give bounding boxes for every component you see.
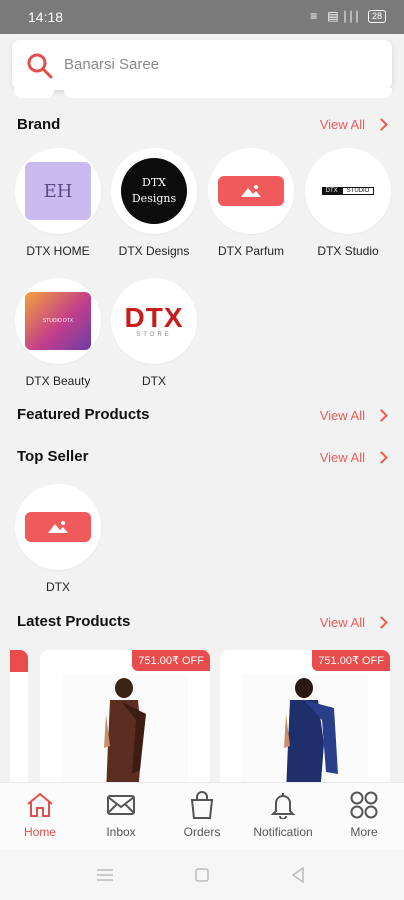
dtx-designs-logo: DTX Designs [121,158,187,224]
chevron-right-icon [375,451,388,464]
brand-logo [208,148,294,234]
dtx-beauty-logo: STUDIO DTX [25,292,91,350]
logo-text: STUDIO [341,187,375,195]
top-seller-view-all-link[interactable]: View All [319,450,388,465]
nav-orders[interactable]: Orders [162,791,242,839]
product-image [62,674,188,790]
featured-section-title: Featured Products [17,406,150,423]
brand-section-title: Brand [17,116,61,133]
status-indicators: ≡ ▤ ∣∣∣ 28 [310,9,386,23]
chevron-right-icon [375,409,388,422]
home-icon [27,792,53,817]
bell-icon [270,793,296,819]
top-seller-section-title: Top Seller [17,448,89,465]
menu-icon[interactable] [96,868,114,882]
banner-strip[interactable] [64,88,392,98]
bottom-nav: Home Inbox Orders Notification More [0,782,404,851]
logo-line: DTX [142,176,166,189]
seller-logo [15,484,101,570]
logo-text: DTX [124,302,184,333]
dtx-store-logo: DTX STORE [124,302,184,339]
brand-item-dtx-parfum[interactable]: DTX Parfum [201,148,301,258]
search-bar[interactable]: Banarsi Saree [12,40,392,90]
brand-logo: DTX STUDIO [305,148,391,234]
chevron-right-icon [375,616,388,629]
brand-item-dtx[interactable]: DTX STORE DTX [104,278,204,388]
latest-view-all-link[interactable]: View All [319,615,388,630]
view-all-label: View All [319,450,365,465]
product-card-partial[interactable] [10,650,28,790]
discount-badge [10,650,28,672]
brand-item-dtx-studio[interactable]: DTX STUDIO DTX Studio [298,148,398,258]
brand-name: DTX Studio [317,244,379,258]
inbox-icon [107,795,135,815]
logo-line: Designs [131,192,177,205]
brand-logo: DTX Designs [111,148,197,234]
status-time: 14:18 [28,9,64,25]
nav-home[interactable]: Home [0,791,80,839]
dtx-home-logo: EH [25,162,91,220]
back-icon[interactable] [291,867,305,883]
system-nav-bar [0,850,404,900]
nav-notification[interactable]: Notification [243,791,323,839]
signal-icons: ≡ ▤ ∣∣∣ [310,9,360,23]
brand-logo: DTX STORE [111,278,197,364]
nav-label: Home [23,825,56,839]
category-chip[interactable] [14,88,54,98]
nav-label: Notification [253,825,313,839]
latest-section-title: Latest Products [17,613,131,630]
battery-icon: 28 [367,9,386,23]
brand-logo: STUDIO DTX [15,278,101,364]
seller-name: DTX [46,580,70,594]
brand-name: DTX [142,374,166,388]
view-all-label: View All [319,615,365,630]
featured-view-all-link[interactable]: View All [319,408,388,423]
brand-item-dtx-beauty[interactable]: STUDIO DTX DTX Beauty [8,278,108,388]
status-bar: 14:18 ≡ ▤ ∣∣∣ 28 [0,0,404,34]
product-card[interactable]: 751.00₹ OFF [220,650,390,790]
chevron-right-icon [375,118,388,131]
image-placeholder-icon [218,176,284,206]
search-input[interactable]: Banarsi Saree [64,56,159,73]
image-placeholder-icon [25,512,91,542]
view-all-label: View All [319,408,365,423]
brand-item-dtx-designs[interactable]: DTX Designs DTX Designs [104,148,204,258]
home-square-icon[interactable] [195,868,209,882]
brand-name: DTX Parfum [217,244,284,258]
brand-item-dtx-home[interactable]: EH DTX HOME [8,148,108,258]
brand-name: DTX HOME [26,244,90,258]
bag-icon [190,791,214,819]
brand-name: DTX Designs [118,244,190,258]
view-all-label: View All [319,117,365,132]
logo-text: DTX [321,187,342,195]
top-seller-item[interactable]: DTX [8,484,108,594]
nav-label: Orders [183,825,221,839]
nav-inbox[interactable]: Inbox [81,791,161,839]
logo-text: STORE [136,332,172,338]
category-strip [12,88,392,100]
product-image [242,674,368,790]
nav-more[interactable]: More [324,791,404,839]
search-icon[interactable] [26,52,54,85]
nav-label: Inbox [106,825,136,839]
nav-label: More [350,825,378,839]
brand-logo: EH [15,148,101,234]
grid-icon [350,791,378,819]
product-card[interactable]: 751.00₹ OFF [40,650,210,790]
discount-badge: 751.00₹ OFF [132,650,210,671]
dtx-studio-logo: DTX STUDIO [315,184,381,198]
discount-badge: 751.00₹ OFF [312,650,390,671]
brand-view-all-link[interactable]: View All [319,117,388,132]
brand-name: DTX Beauty [25,374,91,388]
